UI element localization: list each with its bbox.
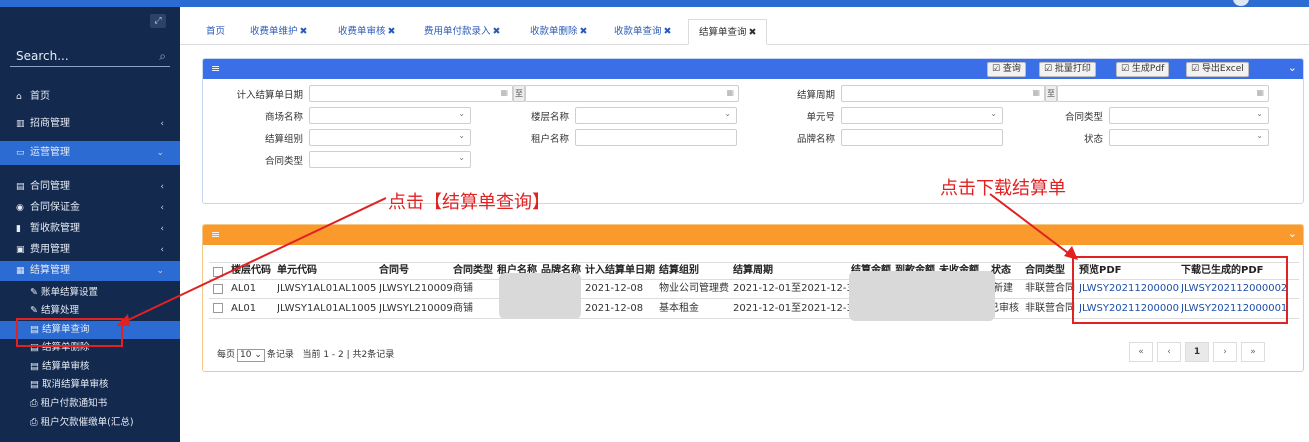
arrow-to-pdf <box>989 193 1073 257</box>
annotation-click-query: 点击【结算单查询】 <box>388 192 550 213</box>
annotation-arrows <box>116 193 1078 326</box>
arrow-head <box>116 314 130 326</box>
arrow-to-query <box>123 197 387 323</box>
annotation-click-download: 点击下载结算单 <box>940 178 1066 199</box>
arrow-head <box>1064 246 1078 260</box>
